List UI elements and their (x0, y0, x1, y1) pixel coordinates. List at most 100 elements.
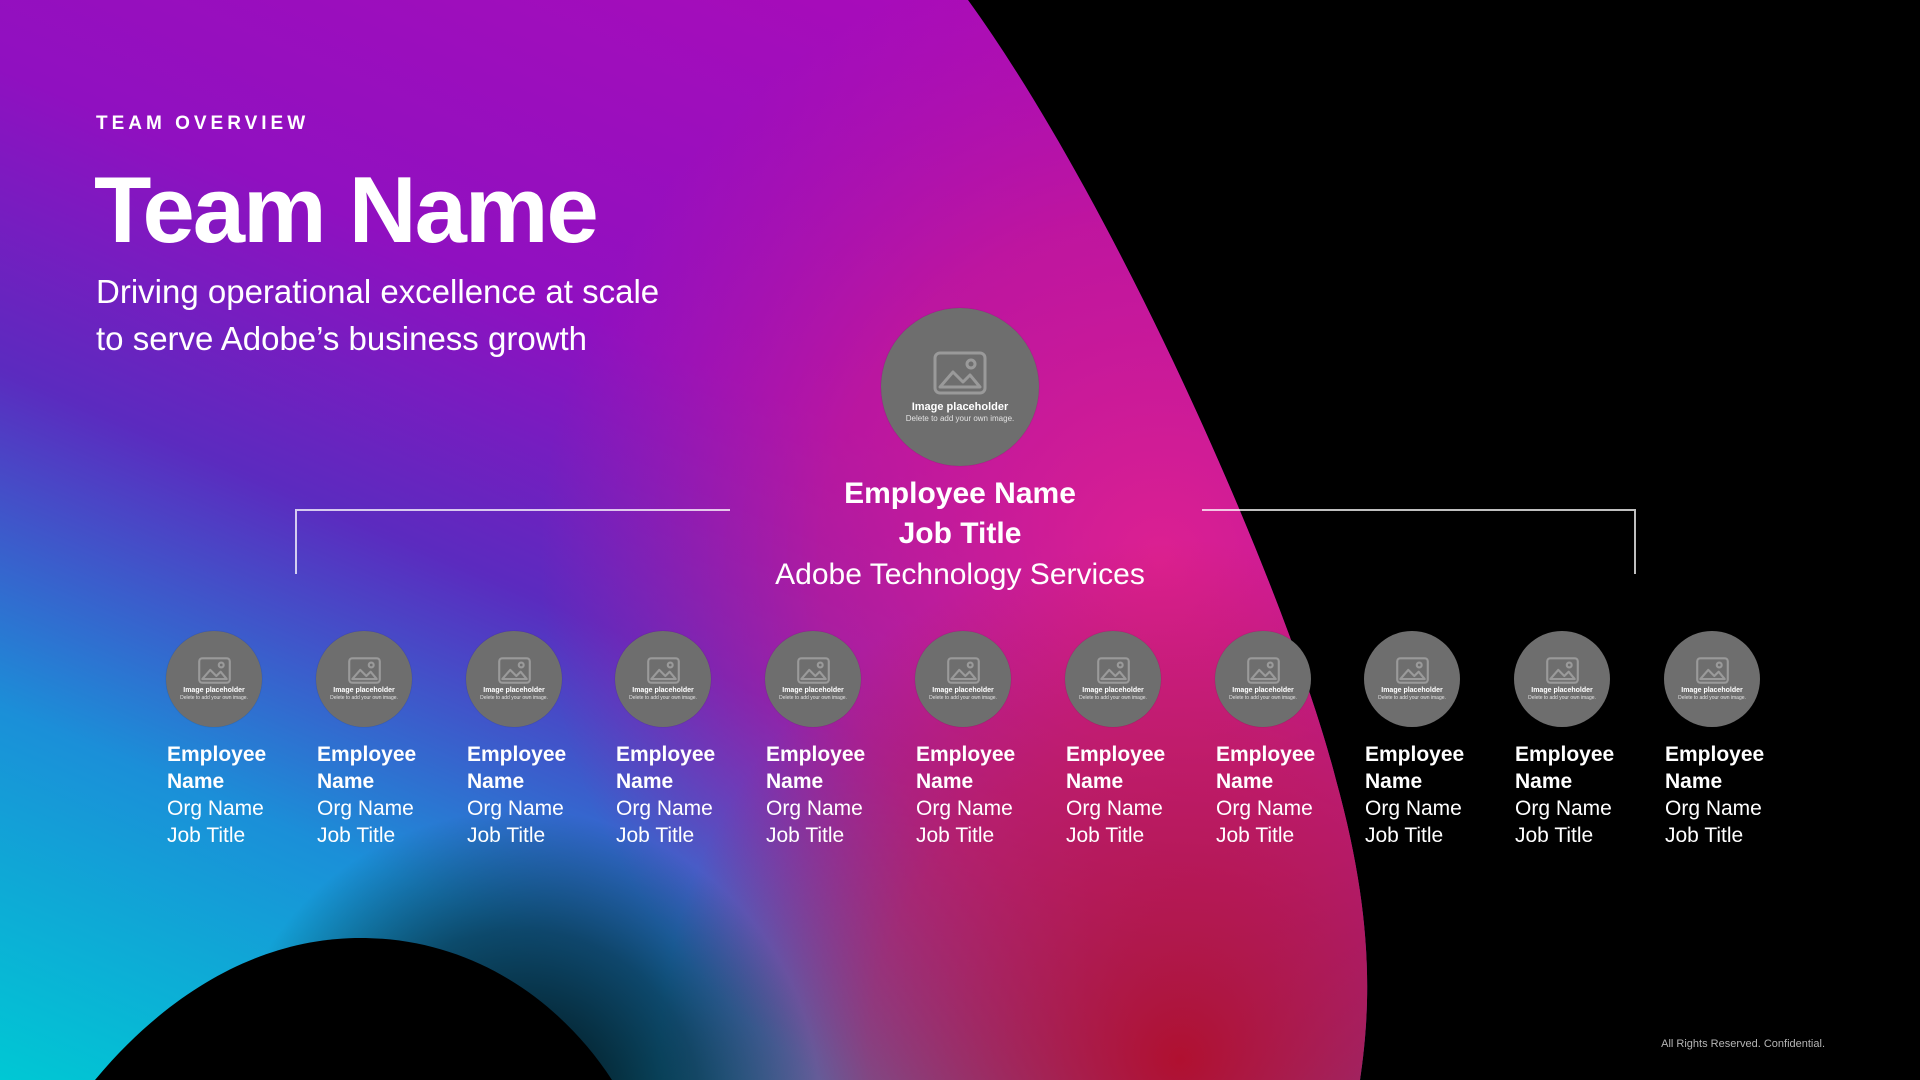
member-card: Image placeholder Delete to add your own … (1215, 631, 1346, 849)
image-icon (933, 351, 987, 395)
member-org[interactable]: Org Name (317, 795, 447, 822)
member-name-last: Name (467, 770, 525, 793)
member-image-placeholder[interactable]: Image placeholder Delete to add your own … (615, 631, 711, 727)
member-org[interactable]: Org Name (1515, 795, 1645, 822)
placeholder-title: Image placeholder (1232, 687, 1294, 694)
member-name-last: Name (167, 770, 225, 793)
member-image-placeholder[interactable]: Image placeholder Delete to add your own … (1065, 631, 1161, 727)
member-job-title[interactable]: Job Title (1665, 822, 1795, 849)
placeholder-title: Image placeholder (1531, 687, 1593, 694)
member-details: Employee Name Org Name Job Title (1515, 741, 1645, 849)
member-job-title[interactable]: Job Title (167, 822, 297, 849)
member-image-placeholder[interactable]: Image placeholder Delete to add your own … (316, 631, 412, 727)
member-name-last: Name (1066, 770, 1124, 793)
member-name-first: Employee (467, 743, 567, 766)
org-connector-left (295, 509, 730, 574)
member-image-placeholder[interactable]: Image placeholder Delete to add your own … (166, 631, 262, 727)
member-name-first: Employee (1216, 743, 1316, 766)
member-job-title[interactable]: Job Title (616, 822, 746, 849)
member-job-title[interactable]: Job Title (1066, 822, 1196, 849)
leader-details: Employee Name Job Title Adobe Technology… (710, 474, 1210, 596)
member-card: Image placeholder Delete to add your own … (466, 631, 597, 849)
member-image-placeholder[interactable]: Image placeholder Delete to add your own … (765, 631, 861, 727)
member-name[interactable]: Employee Name (467, 741, 597, 795)
member-org[interactable]: Org Name (916, 795, 1046, 822)
member-job-title[interactable]: Job Title (916, 822, 1046, 849)
member-image-placeholder[interactable]: Image placeholder Delete to add your own … (466, 631, 562, 727)
member-name[interactable]: Employee Name (1365, 741, 1495, 795)
placeholder-title: Image placeholder (1082, 687, 1144, 694)
member-name[interactable]: Employee Name (1665, 741, 1795, 795)
member-name-last: Name (1515, 770, 1573, 793)
member-card: Image placeholder Delete to add your own … (765, 631, 896, 849)
placeholder-subtitle: Delete to add your own image. (1378, 695, 1446, 701)
member-name-last: Name (766, 770, 824, 793)
image-icon (197, 657, 231, 684)
member-card: Image placeholder Delete to add your own … (915, 631, 1046, 849)
member-name[interactable]: Employee Name (616, 741, 746, 795)
member-name-last: Name (1365, 770, 1423, 793)
member-name-first: Employee (916, 743, 1016, 766)
placeholder-subtitle: Delete to add your own image. (480, 695, 548, 701)
team-title[interactable]: Team Name (94, 158, 599, 262)
placeholder-title: Image placeholder (1681, 687, 1743, 694)
member-job-title[interactable]: Job Title (317, 822, 447, 849)
member-name[interactable]: Employee Name (167, 741, 297, 795)
member-image-placeholder[interactable]: Image placeholder Delete to add your own … (1364, 631, 1460, 727)
leader-org[interactable]: Adobe Technology Services (710, 554, 1210, 596)
member-org[interactable]: Org Name (766, 795, 896, 822)
member-details: Employee Name Org Name Job Title (1665, 741, 1795, 849)
placeholder-title: Image placeholder (183, 687, 245, 694)
leader-job-title[interactable]: Job Title (710, 514, 1210, 554)
member-name[interactable]: Employee Name (916, 741, 1046, 795)
member-name[interactable]: Employee Name (1066, 741, 1196, 795)
member-image-placeholder[interactable]: Image placeholder Delete to add your own … (1514, 631, 1610, 727)
member-name-first: Employee (1665, 743, 1765, 766)
member-org[interactable]: Org Name (1066, 795, 1196, 822)
placeholder-title: Image placeholder (911, 401, 1009, 413)
team-subtitle[interactable]: Driving operational excellence at scale … (96, 268, 716, 362)
placeholder-title: Image placeholder (782, 687, 844, 694)
leader-name[interactable]: Employee Name (710, 474, 1210, 514)
member-name-last: Name (317, 770, 375, 793)
member-job-title[interactable]: Job Title (766, 822, 896, 849)
member-details: Employee Name Org Name Job Title (1066, 741, 1196, 849)
footer-confidential: All Rights Reserved. Confidential. (1661, 1038, 1825, 1050)
image-icon (796, 657, 830, 684)
member-name[interactable]: Employee Name (1216, 741, 1346, 795)
image-icon (1695, 657, 1729, 684)
member-details: Employee Name Org Name Job Title (1365, 741, 1495, 849)
member-org[interactable]: Org Name (167, 795, 297, 822)
member-job-title[interactable]: Job Title (1515, 822, 1645, 849)
member-details: Employee Name Org Name Job Title (467, 741, 597, 849)
member-job-title[interactable]: Job Title (467, 822, 597, 849)
placeholder-title: Image placeholder (932, 687, 994, 694)
member-org[interactable]: Org Name (1216, 795, 1346, 822)
member-name-last: Name (616, 770, 674, 793)
placeholder-title: Image placeholder (483, 687, 545, 694)
member-name[interactable]: Employee Name (766, 741, 896, 795)
member-image-placeholder[interactable]: Image placeholder Delete to add your own … (1664, 631, 1760, 727)
member-name-last: Name (1216, 770, 1274, 793)
subtitle-line-2: to serve Adobe’s business growth (96, 320, 588, 357)
member-name-last: Name (916, 770, 974, 793)
member-name[interactable]: Employee Name (1515, 741, 1645, 795)
placeholder-subtitle: Delete to add your own image. (1229, 695, 1297, 701)
member-org[interactable]: Org Name (616, 795, 746, 822)
member-name[interactable]: Employee Name (317, 741, 447, 795)
image-icon (1096, 657, 1130, 684)
member-image-placeholder[interactable]: Image placeholder Delete to add your own … (1215, 631, 1311, 727)
member-job-title[interactable]: Job Title (1365, 822, 1495, 849)
placeholder-subtitle: Delete to add your own image. (1528, 695, 1596, 701)
member-org[interactable]: Org Name (467, 795, 597, 822)
member-details: Employee Name Org Name Job Title (167, 741, 297, 849)
placeholder-title: Image placeholder (333, 687, 395, 694)
placeholder-subtitle: Delete to add your own image. (905, 414, 1015, 423)
leader-image-placeholder[interactable]: Image placeholder Delete to add your own… (881, 308, 1039, 466)
member-name-first: Employee (167, 743, 267, 766)
image-icon (1545, 657, 1579, 684)
member-image-placeholder[interactable]: Image placeholder Delete to add your own … (915, 631, 1011, 727)
member-org[interactable]: Org Name (1365, 795, 1495, 822)
member-job-title[interactable]: Job Title (1216, 822, 1346, 849)
member-org[interactable]: Org Name (1665, 795, 1795, 822)
